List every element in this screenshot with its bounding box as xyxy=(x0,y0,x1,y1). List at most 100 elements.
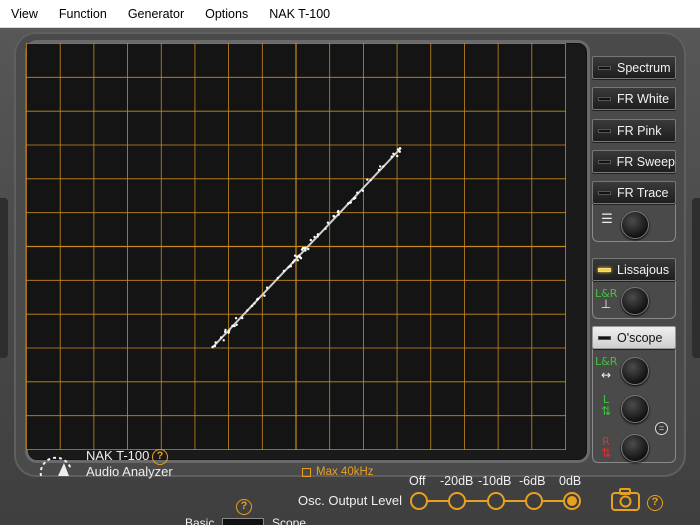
brand-subtitle: Audio Analyzer xyxy=(86,464,173,479)
spectrum-label: Spectrum xyxy=(617,60,671,75)
fr-sweep-button[interactable]: FR Sweep xyxy=(592,150,676,173)
lissajous-gain-knob[interactable] xyxy=(621,287,649,315)
link-channels-toggle[interactable]: = xyxy=(655,422,668,435)
level-off-radio[interactable] xyxy=(410,492,428,510)
trace-sample-dot xyxy=(289,264,292,268)
trace-sample-dot xyxy=(398,150,401,153)
trace-sample-dot xyxy=(324,227,327,230)
fr-white-label: FR White xyxy=(617,91,670,106)
trace-sample-dot xyxy=(256,297,260,300)
camera-help-icon[interactable]: ? xyxy=(647,495,663,511)
left-level-knob[interactable] xyxy=(621,395,649,423)
menu-options[interactable]: Options xyxy=(194,0,258,28)
lissajous-button[interactable]: Lissajous xyxy=(592,258,676,281)
trace-sample-dot xyxy=(293,259,296,262)
lissajous-display xyxy=(26,43,566,450)
trace-sample-dot xyxy=(263,294,266,297)
timebase-knob[interactable] xyxy=(621,357,649,385)
menu-bar: View Function Generator Options NAK T-10… xyxy=(0,0,700,28)
oscope-led xyxy=(598,335,611,340)
scope-label: Scope xyxy=(272,516,307,525)
trace-sample-dot xyxy=(253,302,256,305)
trace-sample-dot xyxy=(398,147,402,150)
fr-trace-button[interactable]: FR Trace xyxy=(592,181,676,204)
trace-sample-dot xyxy=(213,344,217,348)
camera-icon[interactable] xyxy=(611,488,641,512)
level-minus10db-radio[interactable] xyxy=(487,492,505,510)
basic-scope-switch[interactable] xyxy=(222,518,264,525)
level-label-minus6db: -6dB xyxy=(519,474,546,488)
right-level-knob[interactable] xyxy=(621,434,649,462)
fr-pink-button[interactable]: FR Pink xyxy=(592,119,676,142)
trace-sample-dot xyxy=(228,329,231,332)
oscope-label: O'scope xyxy=(617,330,663,345)
trace-sample-dot xyxy=(297,254,300,257)
menu-function[interactable]: Function xyxy=(48,0,117,28)
fr-trace-label: FR Trace xyxy=(617,185,669,200)
trace-sample-dot xyxy=(224,328,227,332)
fr-white-button[interactable]: FR White xyxy=(592,87,676,110)
trace-sample-dot xyxy=(241,316,244,320)
nak-logo-icon xyxy=(39,456,72,477)
trace-sample-dot xyxy=(396,154,399,158)
trace-sample-dot xyxy=(219,336,223,339)
menu-nak-t100[interactable]: NAK T-100 xyxy=(258,0,340,28)
max-40khz-checkbox[interactable]: Max 40kHz xyxy=(302,466,374,478)
trace-sample-dot xyxy=(287,266,290,269)
trace-sample-dot xyxy=(313,235,316,239)
spectrum-led xyxy=(598,65,611,70)
max-40khz-box xyxy=(302,467,311,477)
trace-sample-dot xyxy=(382,165,385,168)
fr-sweep-led xyxy=(598,159,611,164)
vertical-gain-icon: ⊥ xyxy=(600,297,612,311)
trace-sample-dot xyxy=(276,276,279,280)
trace-sample-dot xyxy=(234,317,238,320)
oscope-button[interactable]: O'scope xyxy=(592,326,676,349)
trace-sample-dot xyxy=(296,259,299,262)
level-label-0db: 0dB xyxy=(559,474,582,488)
level-label-off: Off xyxy=(409,474,426,488)
trace-sample-dot xyxy=(366,178,369,181)
fr-trace-knob[interactable] xyxy=(621,211,649,239)
trace-sample-dot xyxy=(231,324,234,327)
trace-sample-dot xyxy=(361,189,365,192)
oscope-lr-icon: L&R xyxy=(595,355,618,368)
trace-sample-dot xyxy=(307,247,310,251)
trace-sample-dot xyxy=(211,345,214,349)
lissajous-label: Lissajous xyxy=(617,262,670,277)
menu-view[interactable]: View xyxy=(0,0,48,28)
trace-sample-dot xyxy=(356,191,359,194)
osc-output-level-label: Osc. Output Level xyxy=(298,493,403,508)
trace-sample-dot xyxy=(304,249,307,252)
trace-sample-dot xyxy=(222,339,225,342)
trace-sample-dot xyxy=(354,196,357,200)
trace-sample-dot xyxy=(392,152,395,155)
trace-sample-dot xyxy=(347,202,350,205)
level-minus20db-radio[interactable] xyxy=(448,492,466,510)
max-40khz-label: Max 40kHz xyxy=(316,466,374,478)
trace-sample-dot xyxy=(349,201,352,204)
level-0db-radio[interactable] xyxy=(563,492,581,510)
trace-sample-dot xyxy=(396,148,400,151)
trace-sample-dot xyxy=(377,168,381,172)
fr-sweep-label: FR Sweep xyxy=(616,154,675,169)
trace-sample-dot xyxy=(316,233,320,236)
brand-title: NAK T-100 xyxy=(86,448,150,463)
mode-help-icon[interactable]: ? xyxy=(236,499,252,515)
level-label-minus20db: -20dB xyxy=(440,474,474,488)
trace-sample-dot xyxy=(250,304,254,308)
right-updown-icon: ⇅ xyxy=(600,446,612,460)
trace-sample-dot xyxy=(309,238,312,242)
trace-sample-dot xyxy=(246,309,249,312)
trace-sample-dot xyxy=(390,155,393,158)
trace-sample-dot xyxy=(332,214,335,218)
trace-sample-dot xyxy=(300,248,304,251)
menu-generator[interactable]: Generator xyxy=(117,0,194,28)
fr-pink-label: FR Pink xyxy=(617,123,662,138)
trace-sample-dot xyxy=(337,209,340,213)
trace-sample-dot xyxy=(316,235,319,238)
list-icon: ☰ xyxy=(601,212,613,227)
level-minus6db-radio[interactable] xyxy=(525,492,543,510)
brand-help-icon[interactable]: ? xyxy=(152,449,168,465)
spectrum-button[interactable]: Spectrum xyxy=(592,56,676,79)
